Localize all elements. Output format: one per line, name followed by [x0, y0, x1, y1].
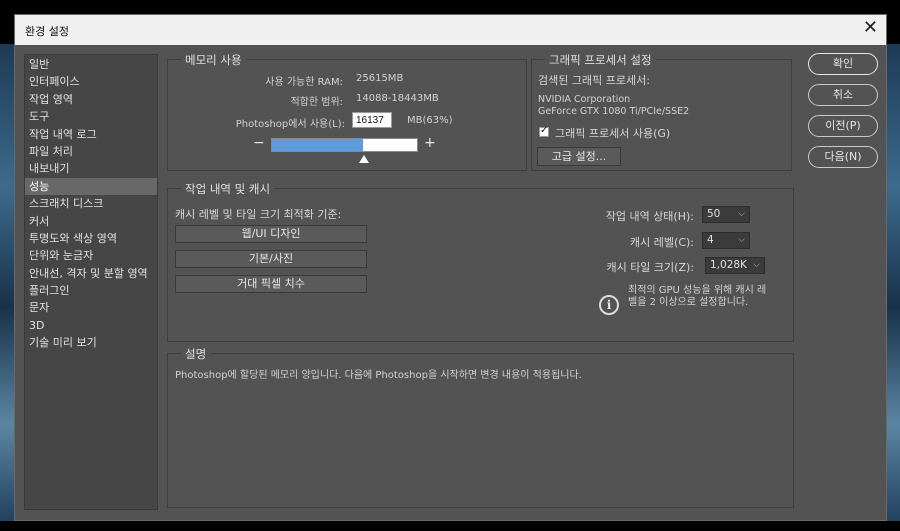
increase-memory-button[interactable]: +: [424, 135, 436, 151]
default-photo-button[interactable]: 기본/사진: [175, 250, 367, 268]
available-ram-value: 25615MB: [356, 73, 404, 84]
memory-usage-legend: 메모리 사용: [181, 52, 246, 68]
sidebar-item[interactable]: 인터페이스: [25, 73, 157, 90]
huge-pixel-dimensions-button[interactable]: 거대 픽셀 치수: [175, 275, 367, 293]
sidebar-item[interactable]: 투명도와 색상 영역: [25, 230, 157, 247]
sidebar-item[interactable]: 기술 미리 보기: [25, 334, 157, 351]
cache-levels-value: 4: [707, 234, 714, 246]
next-button[interactable]: 다음(N): [808, 146, 878, 168]
sidebar-item[interactable]: 3D: [25, 317, 157, 334]
preferences-dialog: 환경 설정 ✕ 일반 인터페이스 작업 영역 도구 작업 내역 로그 파일 처리 내보내기 성…: [14, 14, 887, 521]
sidebar-item[interactable]: 작업 내역 로그: [25, 126, 157, 143]
sidebar-item[interactable]: 단위와 눈금자: [25, 247, 157, 264]
close-icon[interactable]: ✕: [863, 17, 878, 38]
category-sidebar: 일반 인터페이스 작업 영역 도구 작업 내역 로그 파일 처리 내보내기 성능 스크래치 디스…: [24, 54, 158, 510]
window-title: 환경 설정: [25, 25, 69, 38]
sidebar-item[interactable]: 안내선, 격자 및 분할 영역: [25, 265, 157, 282]
chevron-down-icon: ⌵: [753, 260, 760, 270]
decrease-memory-button[interactable]: −: [253, 135, 265, 151]
sidebar-item[interactable]: 플러그인: [25, 282, 157, 299]
cancel-button[interactable]: 취소: [808, 84, 878, 106]
description-text: Photoshop에 할당된 메모리 양입니다. 다음에 Photoshop을 …: [175, 370, 582, 381]
memory-usage-suffix: MB(63%): [407, 115, 453, 126]
photoshop-usage-label: Photoshop에서 사용(L):: [235, 119, 345, 130]
history-states-label: 작업 내역 상태(H):: [605, 210, 694, 223]
gpu-tip-line2: 벨을 2 이상으로 설정합니다.: [628, 297, 749, 308]
slider-thumb-icon[interactable]: [358, 155, 369, 163]
optimize-label: 캐시 레벨 및 타일 크기 최적화 기준:: [175, 208, 342, 221]
sidebar-item[interactable]: 스크래치 디스크: [25, 195, 157, 212]
sidebar-item[interactable]: 성능: [25, 177, 157, 196]
memory-usage-panel: [167, 59, 527, 171]
chevron-down-icon: ⌵: [738, 235, 745, 245]
previous-button[interactable]: 이전(P): [808, 115, 878, 137]
ideal-range-label: 적합한 범위:: [290, 97, 343, 108]
use-gpu-label: 그래픽 프로세서 사용(G): [555, 127, 671, 140]
advanced-settings-button[interactable]: 고급 설정...: [537, 147, 621, 166]
sidebar-item[interactable]: 일반: [25, 56, 157, 73]
memory-usage-fill: [272, 139, 364, 151]
description-legend: 설명: [181, 346, 211, 362]
memory-usage-input[interactable]: [352, 112, 392, 128]
detected-gpu-label: 검색된 그래픽 프로세서:: [538, 74, 650, 87]
memory-usage-slider[interactable]: [271, 138, 418, 152]
chevron-down-icon: ⌵: [738, 209, 745, 219]
cache-tile-size-label: 캐시 타일 크기(Z):: [606, 261, 694, 274]
background-strip-left: [0, 44, 14, 521]
cache-levels-label: 캐시 레벨(C):: [630, 236, 694, 249]
sidebar-item[interactable]: 도구: [25, 108, 157, 125]
gpu-vendor: NVIDIA Corporation: [538, 94, 631, 105]
history-states-select[interactable]: 50 ⌵: [702, 206, 750, 223]
cache-tile-size-select[interactable]: 1,028K ⌵: [705, 257, 765, 274]
sidebar-item[interactable]: 작업 영역: [25, 91, 157, 108]
web-ui-design-button[interactable]: 웹/UI 디자인: [175, 225, 367, 243]
cache-tile-size-value: 1,028K: [710, 259, 747, 271]
background-strip-right: [886, 44, 900, 521]
available-ram-label: 사용 가능한 RAM:: [265, 77, 343, 88]
title-bar: 환경 설정 ✕: [15, 15, 886, 45]
sidebar-item[interactable]: 문자: [25, 299, 157, 316]
ok-button[interactable]: 확인: [808, 53, 878, 75]
history-states-value: 50: [707, 208, 721, 220]
info-icon: i: [599, 295, 619, 315]
cache-levels-select[interactable]: 4 ⌵: [702, 232, 750, 249]
ideal-range-value: 14088-18443MB: [356, 93, 439, 104]
history-cache-legend: 작업 내역 및 캐시: [181, 181, 275, 197]
gpu-model: GeForce GTX 1080 Ti/PCIe/SSE2: [538, 106, 690, 117]
sidebar-item[interactable]: 파일 처리: [25, 143, 157, 160]
use-gpu-checkbox[interactable]: [539, 125, 549, 137]
graphics-processor-legend: 그래픽 프로세서 설정: [545, 52, 656, 68]
sidebar-item[interactable]: 커서: [25, 213, 157, 230]
sidebar-item[interactable]: 내보내기: [25, 160, 157, 177]
